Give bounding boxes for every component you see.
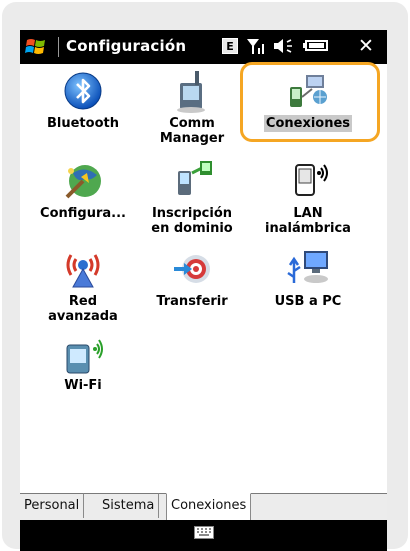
close-button[interactable]: ✕ (358, 35, 374, 57)
app-red-avanzada[interactable]: Red avanzada (28, 247, 138, 324)
app-label: Comm Manager (159, 116, 225, 146)
windows-start-icon[interactable] (24, 35, 50, 59)
wifi-icon (66, 339, 103, 374)
app-label: Configura... (40, 206, 126, 221)
app-label: Transferir (156, 294, 228, 309)
app-label: USB a PC (274, 294, 342, 309)
transfer-icon (174, 255, 210, 283)
domain-enroll-icon (178, 161, 212, 195)
bluetooth-icon (64, 72, 102, 110)
tab-sistema[interactable]: Sistema (98, 493, 160, 518)
app-comm-manager[interactable]: Comm Manager (137, 69, 247, 146)
page-title: Configuración (66, 37, 187, 55)
app-configura[interactable]: Configura... (28, 159, 138, 221)
app-lan-inalambrica[interactable]: LAN inalámbrica (253, 159, 363, 236)
app-wi-fi[interactable]: Wi-Fi (28, 331, 138, 393)
advanced-network-icon (66, 254, 100, 288)
app-label: Bluetooth (47, 116, 119, 131)
soft-key-bar (20, 520, 387, 551)
app-label: Inscripción en dominio (151, 206, 233, 236)
volume-icon[interactable] (272, 37, 296, 55)
tab-personal[interactable]: Personal (20, 493, 85, 518)
app-label: Red avanzada (48, 294, 118, 324)
title-bar: Configuración E ✕ (20, 30, 387, 64)
signal-strength-icon[interactable] (246, 37, 268, 55)
app-usb-a-pc[interactable]: USB a PC (253, 247, 363, 309)
comm-manager-icon (177, 71, 205, 113)
device-screen: Configuración E ✕ Bluetooth Comm Manager… (20, 30, 387, 551)
tab-conexiones[interactable]: Conexiones (166, 493, 252, 520)
app-bluetooth[interactable]: Bluetooth (28, 69, 138, 131)
app-inscripcion-dominio[interactable]: Inscripción en dominio (137, 159, 247, 236)
status-e-icon[interactable]: E (222, 38, 238, 54)
keyboard-icon[interactable] (194, 526, 214, 539)
usb-to-pc-icon (287, 251, 328, 283)
connections-icon (290, 75, 327, 107)
app-label: Wi-Fi (64, 378, 102, 393)
configure-icon (65, 165, 101, 199)
app-label: LAN inalámbrica (265, 206, 351, 236)
app-conexiones[interactable]: Conexiones (253, 69, 363, 132)
wireless-lan-icon (295, 164, 328, 196)
battery-icon[interactable] (303, 37, 331, 55)
app-transferir[interactable]: Transferir (137, 247, 247, 309)
selected-label: Conexiones (263, 115, 353, 132)
tab-bar: Personal Sistema Conexiones (20, 493, 387, 520)
app-label: Conexiones (253, 115, 363, 132)
title-separator (58, 37, 59, 57)
